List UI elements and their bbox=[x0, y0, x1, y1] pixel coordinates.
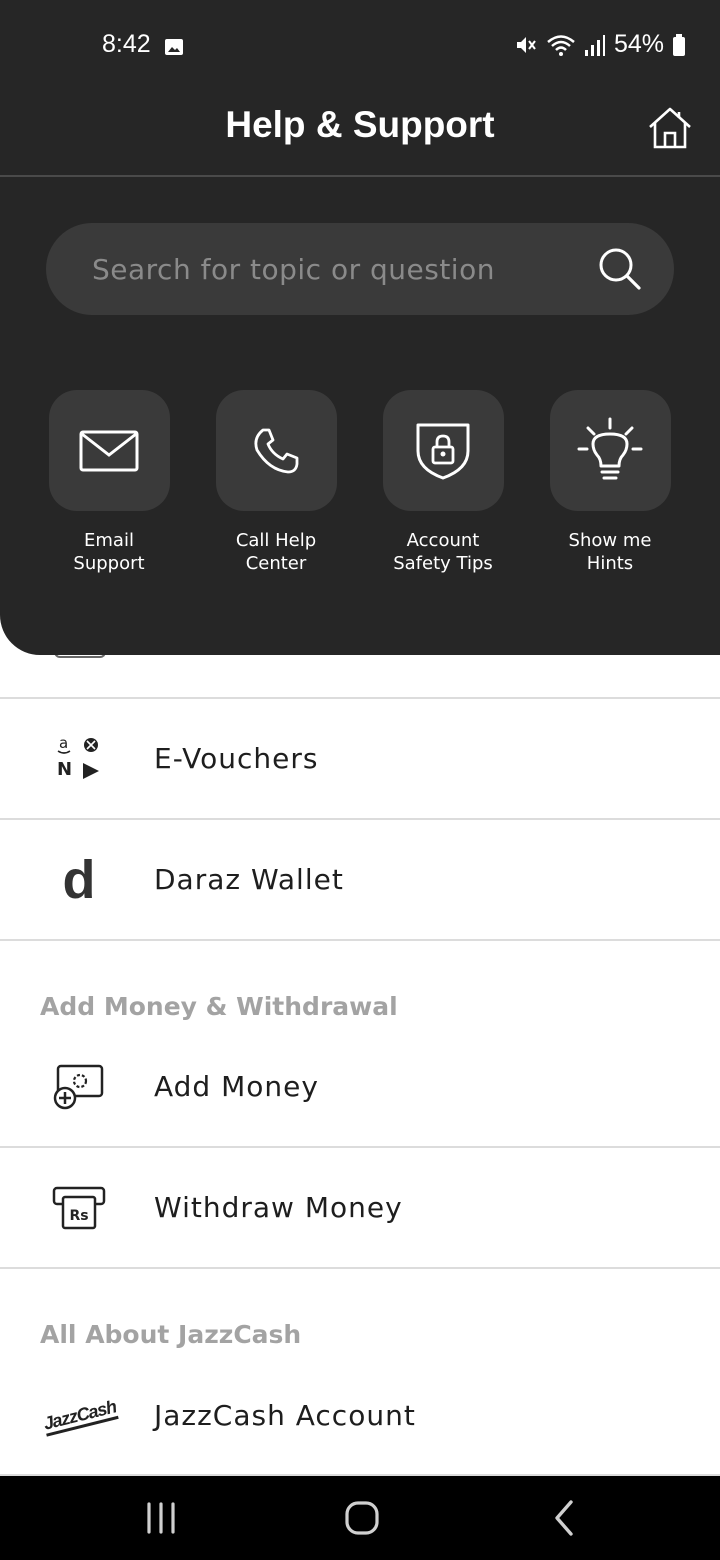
quick-actions: Email Support Call Help Center Account S… bbox=[48, 390, 671, 580]
list-item-label: Add Money bbox=[154, 1070, 319, 1103]
show-hints-button[interactable]: Show me Hints bbox=[549, 390, 671, 575]
call-help-center-label: Call Help Center bbox=[235, 530, 317, 574]
search-icon[interactable] bbox=[596, 245, 644, 293]
list-item-add-money[interactable]: Add Money bbox=[0, 1027, 720, 1147]
app-header: Help & Support bbox=[0, 92, 720, 176]
search-bar[interactable] bbox=[46, 223, 674, 315]
email-support-label: Email Support bbox=[73, 530, 145, 574]
email-support-button[interactable]: Email Support bbox=[48, 390, 170, 575]
wifi-icon bbox=[547, 34, 575, 56]
show-hints-label: Show me Hints bbox=[568, 530, 652, 574]
account-safety-tips-label: Account Safety Tips bbox=[393, 530, 493, 574]
daraz-logo-icon: d bbox=[48, 852, 110, 908]
section-title-jazzcash: All About JazzCash bbox=[40, 1320, 302, 1349]
shield-lock-icon bbox=[416, 423, 470, 479]
search-input[interactable] bbox=[92, 223, 572, 315]
status-time: 8:42 bbox=[102, 30, 151, 58]
list-divider bbox=[0, 939, 720, 941]
phone-icon bbox=[254, 428, 299, 473]
show-hints-tile[interactable] bbox=[549, 390, 671, 511]
list-item-jazzcash-account[interactable]: JazzCash JazzCash Account bbox=[0, 1356, 720, 1476]
list-divider bbox=[0, 1267, 720, 1269]
call-help-center-tile[interactable] bbox=[215, 390, 337, 511]
list-item-e-vouchers[interactable]: a N E-Vouchers bbox=[0, 699, 720, 819]
page-title: Help & Support bbox=[225, 104, 495, 145]
account-safety-tips-button[interactable]: Account Safety Tips bbox=[382, 390, 504, 575]
signal-icon bbox=[584, 34, 605, 56]
recent-apps-icon[interactable] bbox=[137, 1496, 185, 1540]
list-item-label: JazzCash Account bbox=[154, 1399, 416, 1432]
email-support-tile[interactable] bbox=[48, 390, 170, 511]
back-icon[interactable] bbox=[540, 1496, 588, 1540]
gallery-notification-icon bbox=[165, 39, 183, 55]
battery-percent: 54% bbox=[613, 30, 664, 58]
add-money-icon bbox=[48, 1059, 110, 1115]
section-title-add-money: Add Money & Withdrawal bbox=[40, 992, 398, 1021]
svg-text:N: N bbox=[57, 759, 72, 780]
lightbulb-icon bbox=[577, 417, 643, 479]
jazzcash-logo-text: JazzCash bbox=[41, 1395, 119, 1437]
support-panel: Email Support Call Help Center Account S… bbox=[0, 177, 720, 655]
vouchers-brands-icon: a N bbox=[48, 731, 110, 787]
mute-icon bbox=[516, 36, 536, 53]
withdraw-atm-icon: Rs bbox=[48, 1180, 110, 1236]
battery-icon bbox=[673, 33, 685, 56]
withdraw-rs-text: Rs bbox=[69, 1208, 88, 1224]
svg-text:a: a bbox=[59, 734, 68, 752]
account-safety-tips-tile[interactable] bbox=[382, 390, 504, 511]
envelope-icon bbox=[79, 430, 139, 471]
jazzcash-logo-icon: JazzCash bbox=[41, 1388, 119, 1444]
home-nav-icon[interactable] bbox=[338, 1496, 386, 1540]
daraz-logo-text: d bbox=[62, 850, 96, 910]
status-indicators: 54% bbox=[514, 30, 686, 59]
list-item-label: Daraz Wallet bbox=[154, 863, 344, 896]
list-item-label: E-Vouchers bbox=[154, 742, 319, 775]
system-navigation-bar bbox=[0, 1476, 720, 1560]
list-item-daraz-wallet[interactable]: d Daraz Wallet bbox=[0, 820, 720, 940]
list-item-withdraw-money[interactable]: Rs Withdraw Money bbox=[0, 1148, 720, 1268]
home-icon[interactable] bbox=[646, 104, 694, 152]
call-help-center-button[interactable]: Call Help Center bbox=[215, 390, 337, 575]
status-bar: 8:42 54% bbox=[0, 0, 720, 92]
list-item-label: Withdraw Money bbox=[154, 1191, 403, 1224]
